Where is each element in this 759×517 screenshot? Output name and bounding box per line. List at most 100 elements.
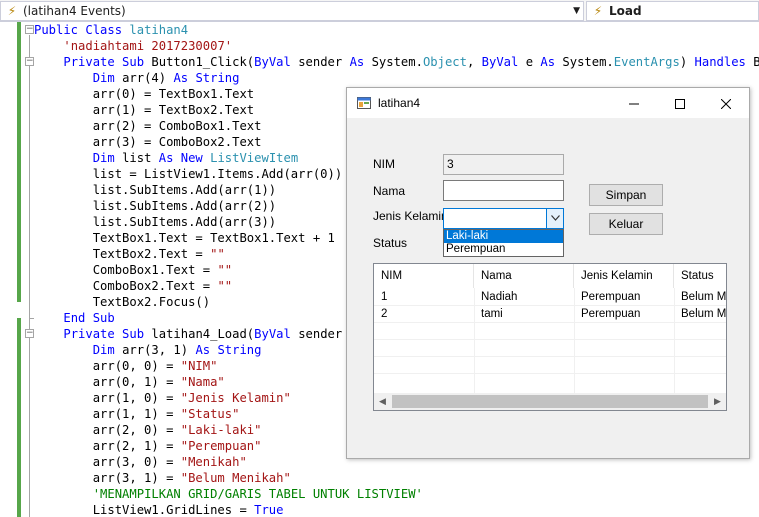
dropdown-option-perempuan[interactable]: Perempuan — [444, 243, 563, 256]
outline-line — [29, 35, 30, 517]
code-token: sender — [298, 55, 350, 69]
code-token: As — [349, 55, 372, 69]
code-token: Private Sub — [63, 55, 152, 69]
nim-textbox[interactable]: 3 — [443, 154, 564, 175]
nama-textbox[interactable] — [443, 180, 564, 201]
code-token: arr(0) = TextBox1.Text — [34, 87, 255, 101]
jenis-kelamin-combobox[interactable] — [443, 208, 564, 229]
code-token: ByVal — [481, 55, 526, 69]
navigation-bar: ⚡ (latihan4 Events) ▼ ⚡ Load — [0, 0, 759, 22]
code-token: arr(3, 1) — [122, 343, 196, 357]
minimize-button[interactable] — [611, 88, 657, 118]
change-tracking-gap — [17, 302, 21, 318]
column-header-nim[interactable]: NIM — [374, 264, 474, 288]
window-title: latihan4 — [378, 96, 421, 110]
collapse-class-button[interactable]: − — [25, 25, 34, 34]
code-token: "Laki-laki" — [180, 423, 262, 437]
keluar-button[interactable]: Keluar — [589, 213, 663, 235]
code-token: arr(2, 0) = — [34, 423, 181, 437]
column-header-status[interactable]: Status — [674, 264, 726, 288]
code-token: System. — [371, 55, 423, 69]
cell-status: Belum Menikah — [681, 291, 726, 303]
jenis-kelamin-dropdown-list: Laki-laki Perempuan — [443, 229, 564, 257]
table-row[interactable]: 2 tami Perempuan Belum Menikah — [374, 306, 726, 323]
code-token: As — [540, 55, 563, 69]
listview[interactable]: NIM Nama Jenis Kelamin Status 1 Nadiah P… — [373, 263, 727, 411]
code-token: Dim — [92, 343, 123, 357]
class-events-dropdown[interactable]: ⚡ (latihan4 Events) ▼ — [0, 1, 584, 21]
code-line[interactable]: Private Sub Button1_Click( ByVal sender A… — [34, 54, 759, 70]
column-header-jenis-kelamin[interactable]: Jenis Kelamin — [574, 264, 674, 288]
code-token: arr(4) — [122, 71, 174, 85]
code-line[interactable]: arr(3, 1) = "Belum Menikah" — [34, 470, 759, 486]
code-token: list.SubItems.Add(arr(1)) — [34, 183, 277, 197]
code-token: TextBox2.Text = — [34, 247, 211, 261]
maximize-icon — [675, 99, 685, 110]
code-token: 'nadiahtami 2017230007' — [63, 39, 233, 53]
cell-jenis-kelamin: Perempuan — [581, 291, 641, 303]
grid-line — [374, 356, 726, 357]
code-token: Handles — [694, 55, 754, 69]
cell-nama: Nadiah — [481, 291, 518, 303]
code-token: latihan4_Load( — [151, 327, 255, 341]
code-token: list — [122, 151, 159, 165]
scroll-left-button[interactable]: ◀ — [374, 393, 391, 410]
code-token: e — [525, 55, 541, 69]
code-token: arr(1, 1) = — [34, 407, 181, 421]
code-token: arr(3, 1) = — [34, 471, 181, 485]
method-dropdown[interactable]: ⚡ Load — [586, 1, 759, 21]
nim-label: NIM — [373, 157, 395, 171]
code-token: Public Class — [34, 23, 130, 37]
code-token: End Sub — [63, 311, 115, 325]
code-line[interactable]: 'nadiahtami 2017230007' — [34, 38, 759, 54]
close-icon — [720, 98, 732, 110]
code-token: "" — [210, 247, 225, 261]
code-token: arr(2, 1) = — [34, 439, 181, 453]
cell-nim: 1 — [381, 291, 388, 303]
lightning-icon: ⚡ — [593, 4, 603, 18]
code-token: As String — [195, 343, 262, 357]
code-token: EventArgs — [613, 55, 680, 69]
code-token: Object — [422, 55, 467, 69]
column-header-nama[interactable]: Nama — [474, 264, 574, 288]
close-button[interactable] — [703, 88, 749, 118]
code-token: ListViewItem — [210, 151, 299, 165]
simpan-button[interactable]: Simpan — [589, 184, 663, 206]
horizontal-scrollbar[interactable]: ◀ ▶ — [374, 393, 726, 410]
scroll-right-button[interactable]: ▶ — [709, 393, 726, 410]
code-line[interactable]: 'MENAMPILKAN GRID/GARIS TABEL UNTUK LIST… — [34, 486, 759, 502]
dropdown-option-laki-laki[interactable]: Laki-laki — [444, 230, 563, 243]
form-window: latihan4 NIM 3 Nama Jenis Kelamin Laki-l… — [346, 87, 750, 459]
scrollbar-thumb[interactable] — [392, 395, 708, 408]
class-events-dropdown-value: (latihan4 Events) — [23, 4, 126, 18]
combo-dropdown-button[interactable] — [546, 209, 563, 228]
code-token: ComboBox2.Text = — [34, 279, 218, 293]
maximize-button[interactable] — [657, 88, 703, 118]
code-line[interactable]: ListView1.GridLines = True — [34, 502, 759, 517]
code-token: TextBox2.Focus() — [34, 295, 211, 309]
jenis-kelamin-label: Jenis Kelamin — [373, 209, 448, 223]
table-row[interactable]: 1 Nadiah Perempuan Belum Menikah — [374, 289, 726, 306]
collapse-load-button[interactable]: − — [25, 329, 34, 338]
code-token: Button1_Click( — [151, 55, 255, 69]
code-line[interactable]: Public Class latihan4 — [34, 22, 759, 38]
method-dropdown-value: Load — [609, 4, 642, 18]
code-token: "Perempuan" — [180, 439, 262, 453]
change-tracking-bar — [17, 22, 21, 517]
code-token: Dim — [92, 151, 123, 165]
code-token: 'MENAMPILKAN GRID/GARIS TABEL UNTUK LIST… — [92, 487, 423, 501]
code-line[interactable]: Dim arr(4) As String — [34, 70, 759, 86]
code-token: True — [254, 503, 284, 517]
collapse-button1-click-button[interactable]: − — [25, 57, 34, 66]
code-token: list.SubItems.Add(arr(3)) — [34, 215, 277, 229]
grid-line — [374, 373, 726, 374]
nama-label: Nama — [373, 184, 406, 198]
title-bar[interactable]: latihan4 — [347, 88, 749, 118]
